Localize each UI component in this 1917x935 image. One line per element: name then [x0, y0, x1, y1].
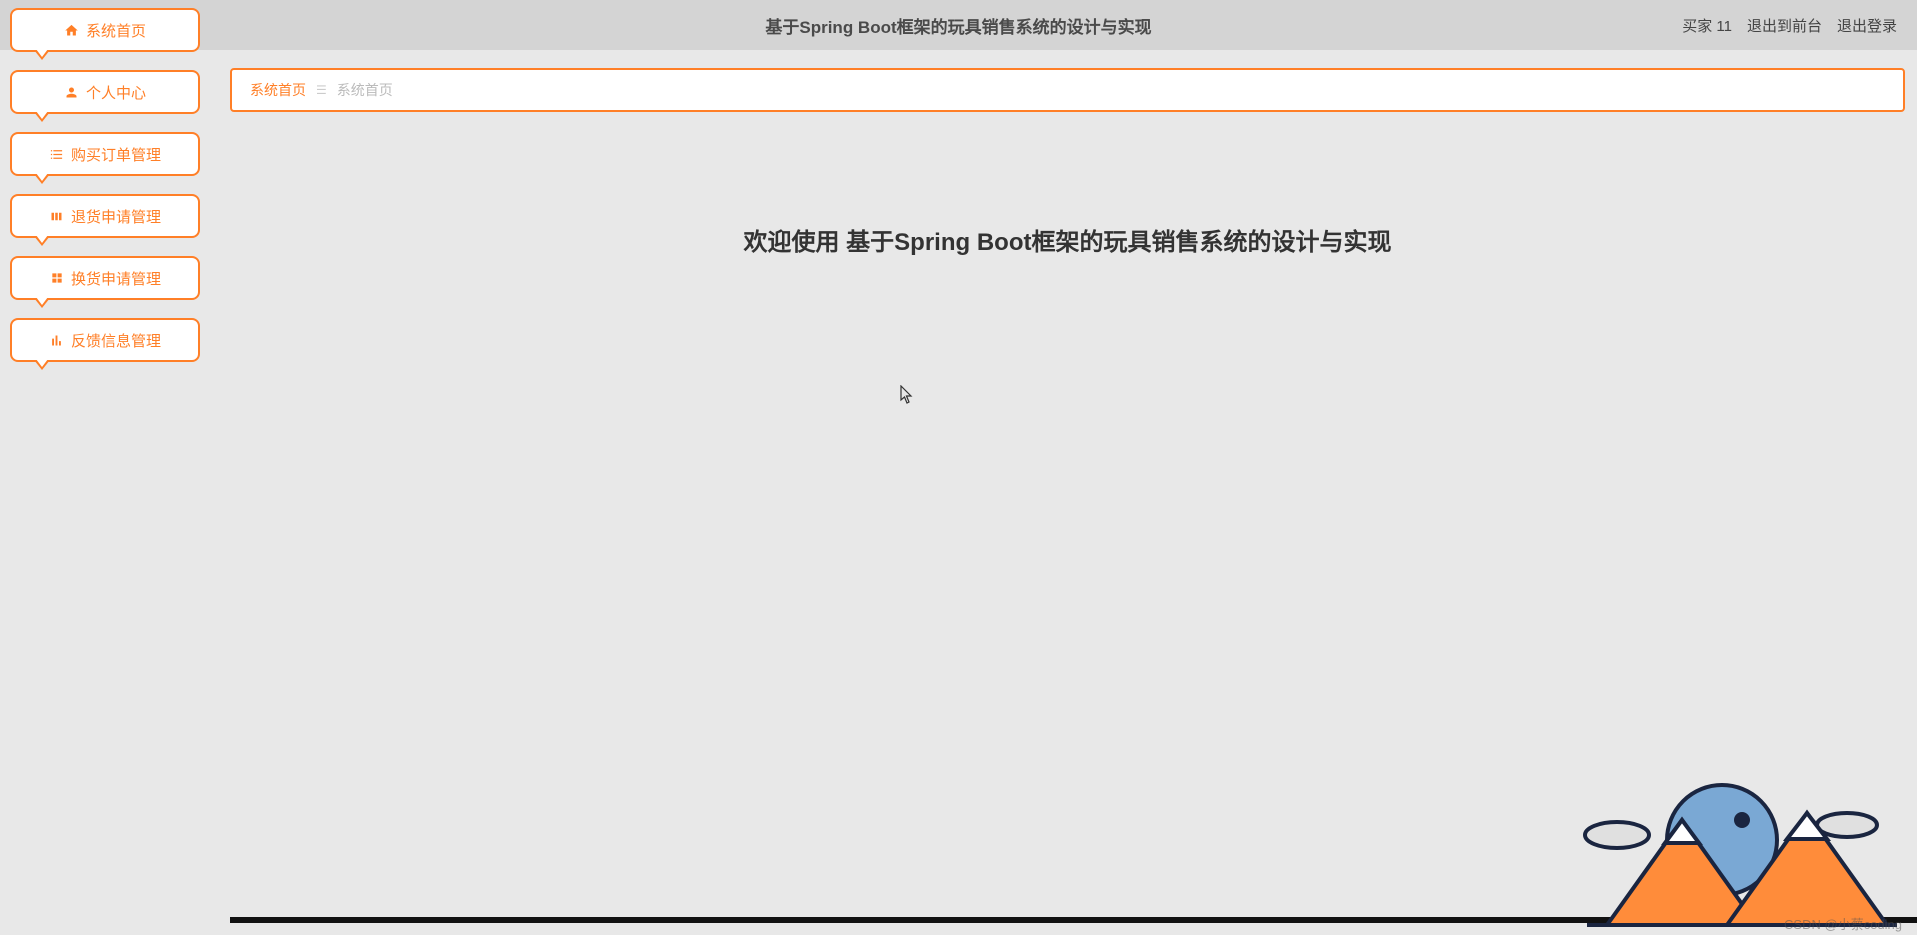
breadcrumb: 系统首页 ☰ 系统首页: [230, 68, 1905, 112]
logout-link[interactable]: 退出登录: [1837, 15, 1897, 36]
header-right: 买家 11 退出到前台 退出登录: [1682, 15, 1897, 36]
sidebar: 系统首页 个人中心 购买订单管理 退货申请管理 换货申请管理 反馈信息管理: [10, 8, 200, 362]
top-bar: 基于Spring Boot框架的玩具销售系统的设计与实现 买家 11 退出到前台…: [0, 0, 1917, 50]
breadcrumb-second: 系统首页: [337, 80, 393, 100]
sidebar-item-home[interactable]: 系统首页: [10, 8, 200, 52]
user-icon: [64, 84, 80, 100]
sidebar-item-returns[interactable]: 退货申请管理: [10, 194, 200, 238]
sidebar-item-label: 购买订单管理: [71, 144, 161, 165]
sidebar-item-label: 换货申请管理: [71, 268, 161, 289]
breadcrumb-first[interactable]: 系统首页: [250, 80, 306, 100]
package-icon: [49, 208, 65, 224]
page-title: 基于Spring Boot框架的玩具销售系统的设计与实现: [765, 13, 1151, 38]
watermark: CSDN @小蔡coding: [1784, 914, 1902, 933]
bottom-bar: [230, 917, 1917, 923]
user-label[interactable]: 买家 11: [1682, 15, 1732, 36]
sidebar-item-exchange[interactable]: 换货申请管理: [10, 256, 200, 300]
sidebar-item-label: 反馈信息管理: [71, 330, 161, 351]
home-icon: [64, 22, 80, 38]
list-icon: [49, 146, 65, 162]
main-content: 系统首页 ☰ 系统首页 欢迎使用 基于Spring Boot框架的玩具销售系统的…: [230, 68, 1905, 917]
sidebar-item-feedback[interactable]: 反馈信息管理: [10, 318, 200, 362]
sidebar-item-label: 系统首页: [86, 20, 146, 41]
sidebar-item-orders[interactable]: 购买订单管理: [10, 132, 200, 176]
breadcrumb-sep-icon: ☰: [316, 83, 327, 97]
welcome-heading: 欢迎使用 基于Spring Boot框架的玩具销售系统的设计与实现: [230, 222, 1905, 257]
sidebar-item-label: 个人中心: [86, 82, 146, 103]
chart-icon: [49, 332, 65, 348]
sidebar-item-label: 退货申请管理: [71, 206, 161, 227]
exit-front-link[interactable]: 退出到前台: [1747, 15, 1822, 36]
grid-icon: [49, 270, 65, 286]
sidebar-item-profile[interactable]: 个人中心: [10, 70, 200, 114]
